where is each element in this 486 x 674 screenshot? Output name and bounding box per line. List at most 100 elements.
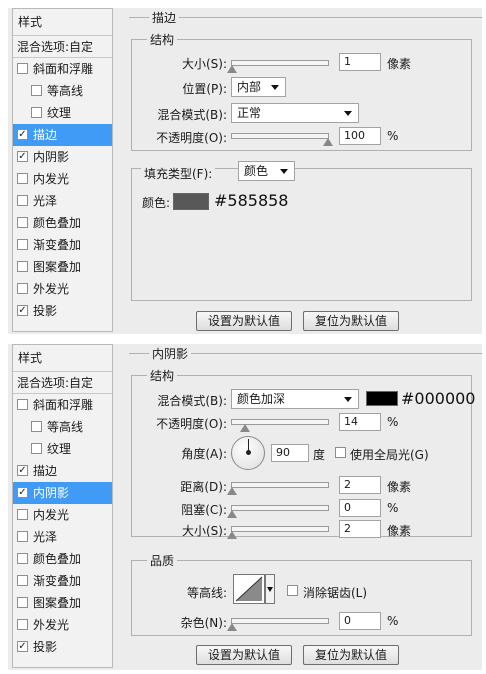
sidebar-item-label: 等高线: [47, 420, 84, 434]
sidebar-item[interactable]: ✓ 描边: [13, 124, 112, 146]
style-checkbox[interactable]: [17, 283, 28, 294]
sidebar-item[interactable]: 图案叠加: [13, 592, 112, 614]
sidebar-item-label: 斜面和浮雕: [33, 398, 94, 412]
sidebar-item-label: 内发光: [33, 172, 70, 186]
size-input[interactable]: 1: [339, 53, 381, 71]
shadow-color-swatch[interactable]: [366, 391, 398, 406]
sidebar-item[interactable]: 内发光: [13, 168, 112, 190]
distance-slider[interactable]: [227, 482, 329, 495]
style-checkbox[interactable]: [17, 173, 28, 184]
style-checkbox[interactable]: [17, 261, 28, 272]
angle-input[interactable]: 90: [271, 444, 309, 462]
distance-input[interactable]: 2: [339, 476, 381, 494]
fill-type-group: [131, 168, 472, 301]
make-default-button[interactable]: 设置为默认值: [196, 645, 292, 665]
choke-input[interactable]: 0: [339, 499, 381, 517]
blending-options[interactable]: 混合选项:自定: [13, 36, 112, 58]
sidebar-item[interactable]: ✓ 内阴影: [13, 146, 112, 168]
style-checkbox[interactable]: ✓: [17, 151, 28, 162]
sidebar-item[interactable]: ✓ 投影: [13, 636, 112, 658]
sidebar-item[interactable]: ✓ 投影: [13, 300, 112, 322]
angle-dial-icon[interactable]: [231, 436, 265, 470]
style-checkbox[interactable]: [17, 195, 28, 206]
sidebar-item-label: 纹理: [47, 442, 72, 456]
style-checkbox[interactable]: [17, 399, 28, 410]
style-checkbox[interactable]: [31, 443, 42, 454]
size-slider[interactable]: [227, 526, 329, 539]
sidebar-item[interactable]: ✓ 描边: [13, 460, 112, 482]
style-checkbox[interactable]: [17, 509, 28, 520]
anti-alias-checkbox[interactable]: [287, 585, 298, 596]
sidebar-item[interactable]: 内发光: [13, 504, 112, 526]
style-checkbox[interactable]: [17, 63, 28, 74]
style-checkbox[interactable]: [17, 239, 28, 250]
distance-slider-knob-icon[interactable]: [227, 487, 237, 495]
fill-type-select[interactable]: 颜色: [238, 161, 295, 181]
opacity-slider-knob-icon[interactable]: [323, 138, 333, 146]
blend-mode-select[interactable]: 颜色加深: [231, 389, 359, 409]
blend-mode-select[interactable]: 正常: [231, 103, 359, 123]
sidebar-item-label: 描边: [33, 464, 58, 478]
style-checkbox[interactable]: [31, 107, 42, 118]
position-select[interactable]: 内部: [231, 77, 286, 97]
opacity-slider[interactable]: [231, 419, 329, 432]
choke-slider-knob-icon[interactable]: [227, 510, 237, 518]
size-slider-knob-icon[interactable]: [227, 65, 237, 73]
style-checkbox[interactable]: ✓: [17, 305, 28, 316]
size-input[interactable]: 2: [339, 520, 381, 538]
style-checkbox[interactable]: ✓: [17, 129, 28, 140]
choke-slider[interactable]: [227, 505, 329, 518]
opacity-input[interactable]: 14: [339, 413, 381, 431]
style-checkbox[interactable]: [31, 85, 42, 96]
style-checkbox[interactable]: ✓: [17, 465, 28, 476]
sidebar-item[interactable]: 渐变叠加: [13, 234, 112, 256]
sidebar-item[interactable]: 光泽: [13, 190, 112, 212]
sidebar-item[interactable]: ✓ 内阴影: [13, 482, 112, 504]
sidebar-item[interactable]: 颜色叠加: [13, 212, 112, 234]
sidebar-item[interactable]: 纹理: [13, 102, 112, 124]
sidebar-item[interactable]: 外发光: [13, 614, 112, 636]
style-checkbox[interactable]: [17, 531, 28, 542]
global-light-checkbox[interactable]: [335, 447, 346, 458]
style-checkbox[interactable]: ✓: [17, 641, 28, 652]
sidebar-item[interactable]: 斜面和浮雕: [13, 394, 112, 416]
reset-default-button[interactable]: 复位为默认值: [303, 645, 399, 665]
sidebar-item-label: 内阴影: [33, 486, 70, 500]
contour-preview-icon[interactable]: [233, 574, 265, 604]
noise-slider[interactable]: [227, 618, 329, 631]
noise-input[interactable]: 0: [339, 612, 381, 630]
opacity-slider[interactable]: [231, 133, 333, 146]
angle-unit: 度: [313, 448, 326, 462]
sidebar-item[interactable]: 光泽: [13, 526, 112, 548]
style-checkbox[interactable]: ✓: [17, 487, 28, 498]
style-checkbox[interactable]: [17, 597, 28, 608]
size-slider[interactable]: [227, 60, 329, 73]
stroke-color-swatch[interactable]: [173, 193, 209, 210]
style-checkbox[interactable]: [17, 217, 28, 228]
style-checkbox[interactable]: [17, 575, 28, 586]
blending-options[interactable]: 混合选项:自定: [13, 372, 112, 394]
sidebar-item-label: 光泽: [33, 194, 58, 208]
contour-picker-button[interactable]: [265, 574, 275, 604]
noise-slider-knob-icon[interactable]: [227, 623, 237, 631]
opacity-input[interactable]: 100: [339, 127, 381, 145]
sidebar-item-label: 图案叠加: [33, 260, 82, 274]
style-checkbox[interactable]: [17, 619, 28, 630]
sidebar-item[interactable]: 外发光: [13, 278, 112, 300]
sidebar-item-label: 纹理: [47, 106, 72, 120]
sidebar-item[interactable]: 颜色叠加: [13, 548, 112, 570]
sidebar-item[interactable]: 等高线: [13, 416, 112, 438]
styles-title[interactable]: 样式: [13, 345, 112, 372]
style-checkbox[interactable]: [17, 553, 28, 564]
sidebar-item[interactable]: 渐变叠加: [13, 570, 112, 592]
sidebar-item[interactable]: 图案叠加: [13, 256, 112, 278]
style-checkbox[interactable]: [31, 421, 42, 432]
reset-default-button[interactable]: 复位为默认值: [303, 311, 399, 331]
sidebar-item[interactable]: 纹理: [13, 438, 112, 460]
sidebar-item[interactable]: 等高线: [13, 80, 112, 102]
make-default-button[interactable]: 设置为默认值: [196, 311, 292, 331]
opacity-slider-knob-icon[interactable]: [240, 424, 251, 432]
size-slider-knob-icon[interactable]: [227, 531, 237, 539]
sidebar-item[interactable]: 斜面和浮雕: [13, 58, 112, 80]
styles-title[interactable]: 样式: [13, 9, 112, 36]
